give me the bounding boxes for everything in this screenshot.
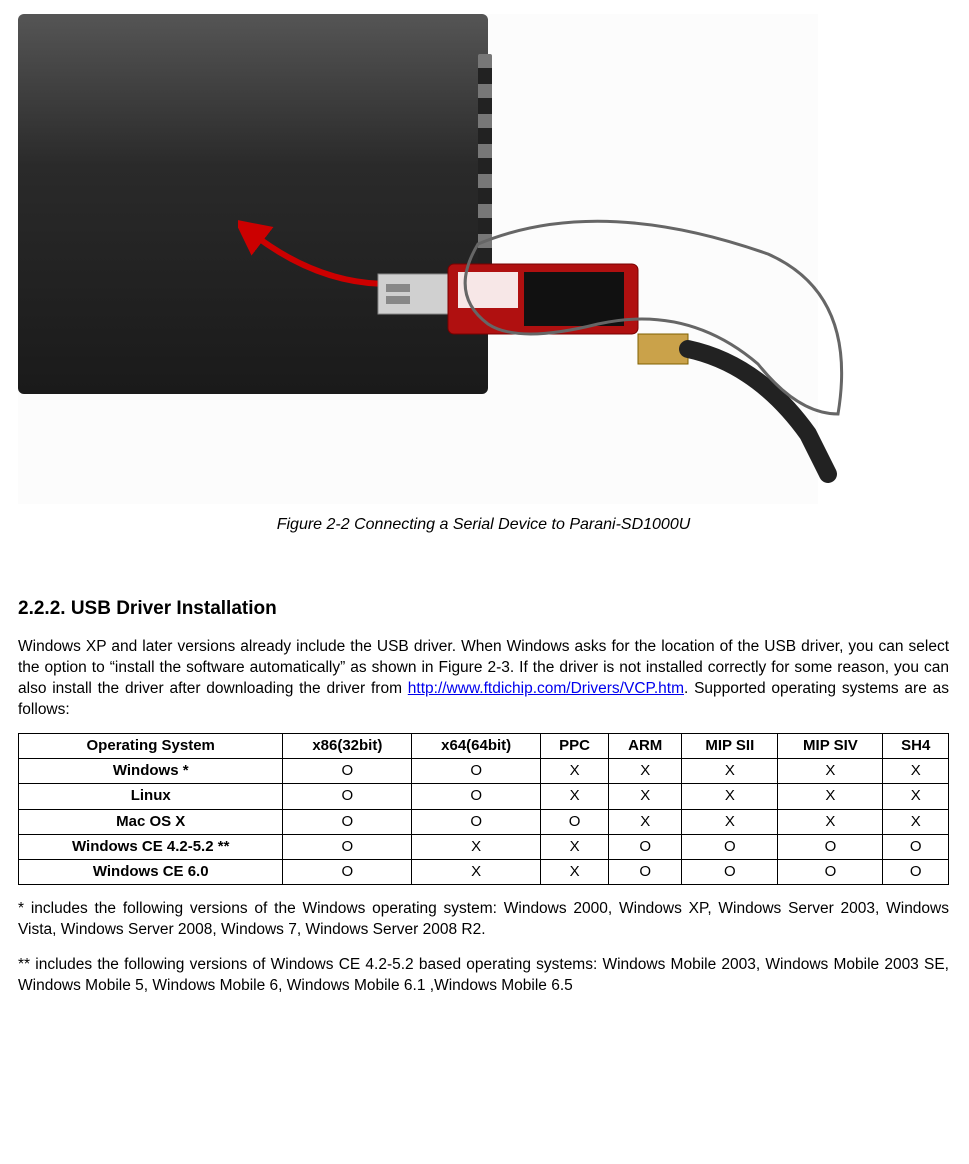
col-sh4: SH4	[883, 733, 949, 758]
figure-caption: Figure 2-2 Connecting a Serial Device to…	[18, 514, 949, 536]
cell: X	[541, 860, 609, 885]
cell: X	[541, 759, 609, 784]
cell: X	[609, 759, 682, 784]
cell: X	[609, 784, 682, 809]
driver-link[interactable]: http://www.ftdichip.com/Drivers/VCP.htm	[408, 680, 684, 697]
cell: X	[778, 759, 883, 784]
table-row: Linux O O X X X X X	[19, 784, 949, 809]
cell: O	[283, 759, 412, 784]
cell: O	[412, 809, 541, 834]
col-x64: x64(64bit)	[412, 733, 541, 758]
cell: O	[883, 834, 949, 859]
cell: O	[283, 809, 412, 834]
os-support-table: Operating System x86(32bit) x64(64bit) P…	[18, 733, 949, 886]
cell: X	[541, 784, 609, 809]
cell: O	[412, 759, 541, 784]
table-row: Windows CE 4.2-5.2 ** O X X O O O O	[19, 834, 949, 859]
intro-paragraph: Windows XP and later versions already in…	[18, 637, 949, 721]
table-row: Windows * O O X X X X X	[19, 759, 949, 784]
cell: X	[883, 759, 949, 784]
figure-image	[18, 14, 818, 504]
cell: O	[682, 860, 778, 885]
cell: X	[682, 784, 778, 809]
cell: O	[412, 784, 541, 809]
cell: X	[682, 759, 778, 784]
col-x86: x86(32bit)	[283, 733, 412, 758]
col-os: Operating System	[19, 733, 283, 758]
cell: O	[682, 834, 778, 859]
usb-device-and-hand-illustration	[338, 214, 858, 514]
cell: O	[283, 860, 412, 885]
cell: X	[541, 834, 609, 859]
col-arm: ARM	[609, 733, 682, 758]
footnote-2: ** includes the following versions of Wi…	[18, 955, 949, 997]
os-cell: Windows *	[19, 759, 283, 784]
cell: X	[412, 834, 541, 859]
cell: X	[682, 809, 778, 834]
os-cell: Mac OS X	[19, 809, 283, 834]
cell: O	[609, 834, 682, 859]
table-header-row: Operating System x86(32bit) x64(64bit) P…	[19, 733, 949, 758]
os-cell: Windows CE 6.0	[19, 860, 283, 885]
cell: O	[609, 860, 682, 885]
table-row: Mac OS X O O O X X X X	[19, 809, 949, 834]
os-cell: Windows CE 4.2-5.2 **	[19, 834, 283, 859]
cell: O	[883, 860, 949, 885]
cell: X	[609, 809, 682, 834]
cell: O	[778, 860, 883, 885]
table-row: Windows CE 6.0 O X X O O O O	[19, 860, 949, 885]
cell: X	[883, 809, 949, 834]
col-mip4: MIP SIV	[778, 733, 883, 758]
cell: X	[883, 784, 949, 809]
cell: X	[778, 809, 883, 834]
section-heading: 2.2.2. USB Driver Installation	[18, 596, 949, 622]
cell: X	[778, 784, 883, 809]
cell: O	[541, 809, 609, 834]
footnote-1: * includes the following versions of the…	[18, 899, 949, 941]
cell: O	[283, 834, 412, 859]
cell: O	[778, 834, 883, 859]
cell: O	[283, 784, 412, 809]
col-ppc: PPC	[541, 733, 609, 758]
os-cell: Linux	[19, 784, 283, 809]
col-mip2: MIP SII	[682, 733, 778, 758]
cell: X	[412, 860, 541, 885]
